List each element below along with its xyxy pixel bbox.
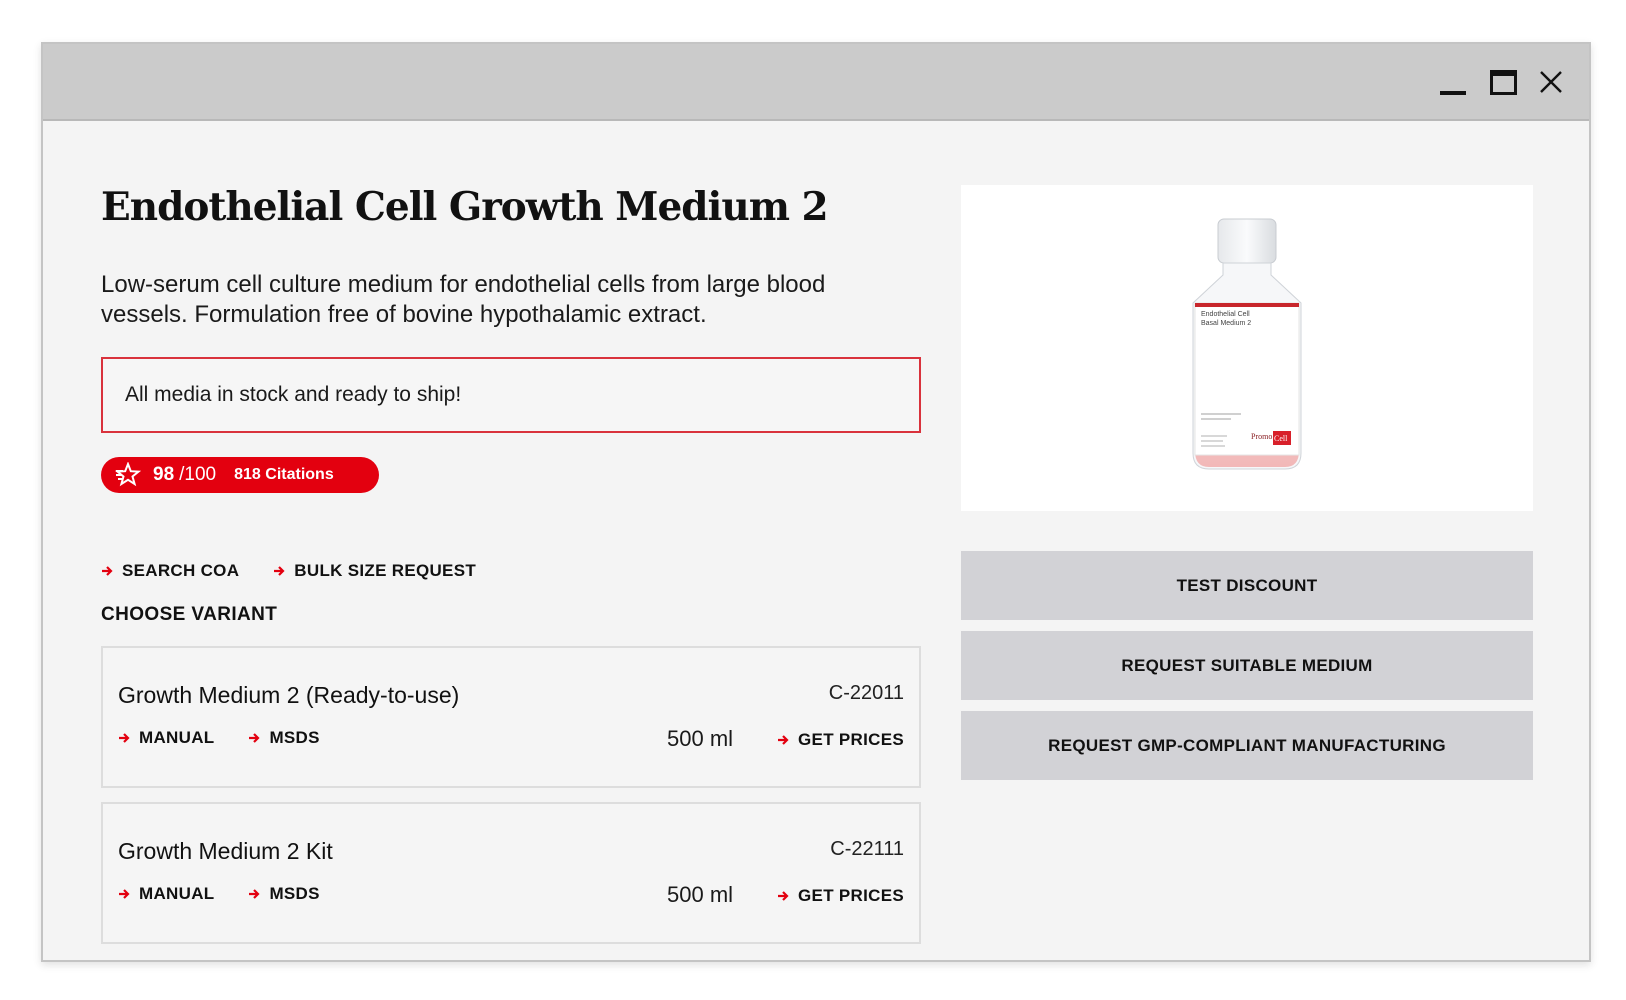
manual-link[interactable]: MANUAL: [118, 728, 214, 748]
arrow-right-icon: [119, 733, 130, 743]
variant-sku: C-22111: [830, 838, 904, 860]
choose-variant-heading: CHOOSE VARIANT: [101, 604, 278, 625]
manual-link[interactable]: MANUAL: [118, 884, 214, 904]
citation-score-badge[interactable]: 98 /100 818 Citations: [101, 457, 379, 493]
variant-size: 500 ml: [667, 882, 734, 907]
request-gmp-manufacturing-button[interactable]: REQUEST GMP-COMPLIANT MANUFACTURING: [961, 711, 1533, 780]
arrow-right-icon: [102, 566, 113, 576]
variant-links: MANUAL MSDS: [118, 728, 320, 748]
close-icon: [1540, 71, 1562, 93]
minimize-icon: [1440, 91, 1466, 95]
arrow-right-icon: [778, 891, 789, 901]
request-suitable-medium-button[interactable]: REQUEST SUITABLE MEDIUM: [961, 631, 1533, 700]
manual-label: MANUAL: [139, 884, 215, 903]
search-coa-link[interactable]: SEARCH COA: [101, 561, 239, 581]
stock-notice-text: All media in stock and ready to ship!: [125, 383, 462, 406]
bulk-size-request-link[interactable]: BULK SIZE REQUEST: [273, 561, 476, 581]
product-title: Endothelial Cell Growth Medium 2: [101, 184, 829, 230]
score-max: /100: [179, 464, 217, 485]
variant-sku: C-22011: [828, 682, 904, 704]
arrow-right-icon: [119, 889, 130, 899]
maximize-button[interactable]: [1481, 62, 1525, 102]
product-bottle-image: Endothelial Cell Basal Medium 2 Promo Ce…: [1192, 218, 1302, 470]
close-button[interactable]: [1529, 62, 1573, 102]
get-prices-label: GET PRICES: [798, 730, 904, 749]
product-page: Endothelial Cell Growth Medium 2 Low-ser…: [43, 121, 1589, 960]
bottle-brand-cell: Cell: [1274, 434, 1288, 443]
product-image-panel: Endothelial Cell Basal Medium 2 Promo Ce…: [961, 185, 1533, 511]
search-coa-label: SEARCH COA: [122, 561, 240, 580]
app-window: Endothelial Cell Growth Medium 2 Low-ser…: [41, 42, 1591, 962]
msds-link[interactable]: MSDS: [248, 884, 319, 904]
score-value: 98: [153, 464, 175, 485]
variant-name: Growth Medium 2 (Ready-to-use): [118, 682, 460, 708]
stock-notice: All media in stock and ready to ship!: [101, 357, 921, 433]
bottle-label-line1: Endothelial Cell: [1201, 311, 1250, 318]
arrow-right-icon: [274, 566, 285, 576]
window-titlebar: [43, 44, 1589, 121]
get-prices-label: GET PRICES: [798, 886, 904, 905]
action-buttons: TEST DISCOUNT REQUEST SUITABLE MEDIUM RE…: [961, 551, 1533, 791]
get-prices-link[interactable]: GET PRICES: [777, 730, 904, 750]
maximize-icon: [1489, 69, 1517, 95]
variant-size: 500 ml: [667, 726, 734, 751]
variant-card[interactable]: Growth Medium 2 (Ready-to-use) C-22011 M…: [101, 646, 921, 788]
citation-count: 818 Citations: [234, 466, 334, 483]
manual-label: MANUAL: [139, 728, 215, 747]
minimize-button[interactable]: [1431, 62, 1475, 102]
arrow-right-icon: [249, 733, 261, 743]
msds-label: MSDS: [269, 884, 320, 903]
bottle-brand-promo: Promo: [1251, 432, 1272, 441]
variant-card[interactable]: Growth Medium 2 Kit C-22111 MANUAL MSDS …: [101, 802, 921, 944]
product-links: SEARCH COA BULK SIZE REQUEST: [101, 561, 476, 581]
arrow-right-icon: [778, 735, 789, 745]
product-description: Low-serum cell culture medium for endoth…: [101, 271, 826, 328]
bottle-label-line2: Basal Medium 2: [1201, 320, 1251, 327]
msds-link[interactable]: MSDS: [248, 728, 319, 748]
score-star-icon: [115, 462, 141, 487]
variant-name: Growth Medium 2 Kit: [118, 838, 333, 864]
variant-links: MANUAL MSDS: [118, 884, 320, 904]
test-discount-button[interactable]: TEST DISCOUNT: [961, 551, 1533, 620]
arrow-right-icon: [249, 889, 261, 899]
get-prices-link[interactable]: GET PRICES: [777, 886, 904, 906]
bulk-size-request-label: BULK SIZE REQUEST: [294, 561, 477, 580]
msds-label: MSDS: [269, 728, 320, 747]
